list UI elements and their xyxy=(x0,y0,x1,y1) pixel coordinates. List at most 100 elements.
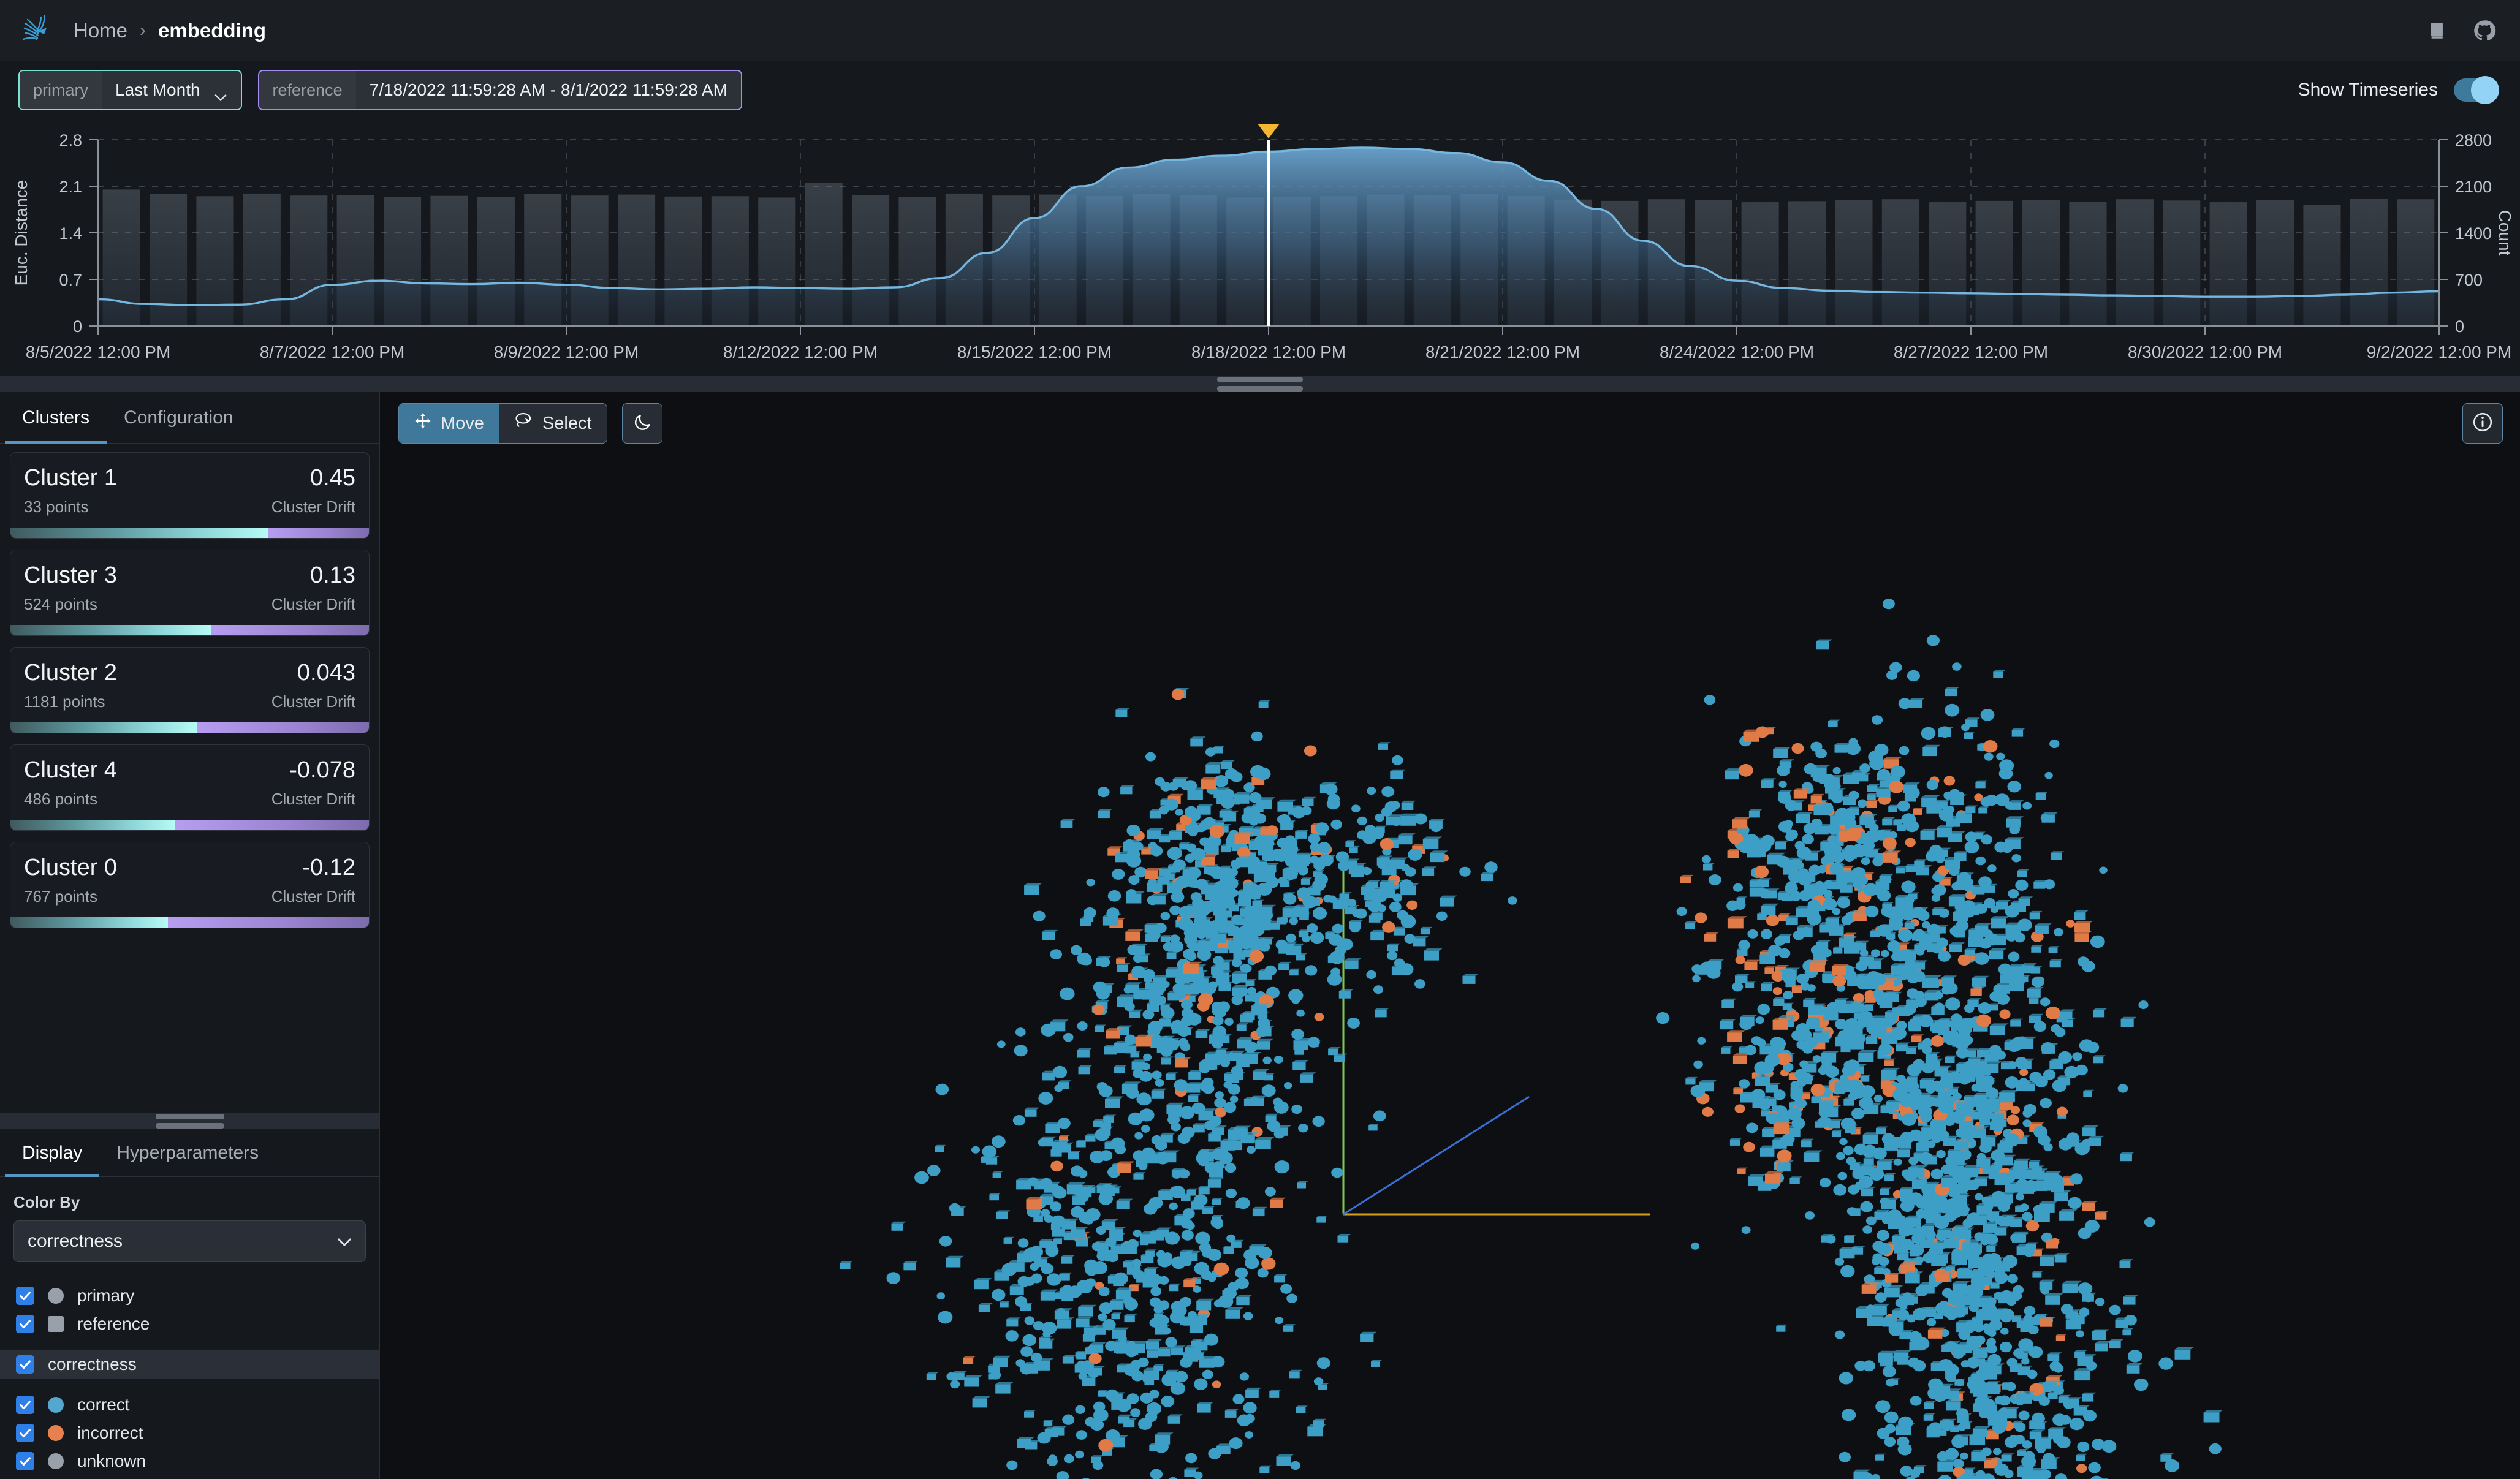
timeseries-cursor-marker[interactable] xyxy=(1258,124,1280,138)
point-cloud-point xyxy=(1237,1023,1249,1031)
point-cloud-point xyxy=(1938,951,1951,962)
point-cloud-point xyxy=(2057,1436,2071,1448)
point-cloud-point xyxy=(1915,1337,1929,1350)
point-cloud-point xyxy=(1805,1211,1815,1220)
primary-time-range-value[interactable]: Last Month xyxy=(102,71,241,109)
point-cloud-point xyxy=(2041,1042,2055,1054)
point-cloud-point xyxy=(1243,1052,1262,1064)
point-cloud-point xyxy=(1338,1234,1351,1243)
point-cloud-point xyxy=(1145,752,1156,762)
legend-label-incorrect: incorrect xyxy=(77,1423,143,1443)
cluster-card[interactable]: Cluster 20.0431181 pointsCluster Drift xyxy=(10,647,370,733)
point-cloud-point xyxy=(1921,727,1936,740)
legend-item-primary[interactable]: primary xyxy=(0,1282,379,1310)
github-icon[interactable] xyxy=(2471,17,2498,44)
primary-dataset-selector[interactable]: primary Last Month xyxy=(18,70,242,110)
point-cloud-point xyxy=(1839,1138,1847,1146)
point-cloud-point xyxy=(1112,1312,1122,1319)
cluster-name: Cluster 4 xyxy=(24,757,117,784)
breadcrumb-home-link[interactable]: Home xyxy=(74,19,127,42)
point-cloud-point xyxy=(1198,903,1212,915)
point-cloud-point xyxy=(2072,1052,2082,1061)
checkbox-reference[interactable] xyxy=(16,1315,34,1333)
legend-group-label-correctness: correctness xyxy=(48,1355,137,1374)
checkbox-primary[interactable] xyxy=(16,1287,34,1305)
point-cloud-point xyxy=(995,1382,1014,1394)
point-cloud-point xyxy=(1859,1097,1873,1110)
legend-item-unknown[interactable]: unknown xyxy=(0,1447,379,1475)
point-cloud-point xyxy=(1250,765,1266,778)
show-timeseries-toggle[interactable]: Show Timeseries xyxy=(2298,78,2497,102)
move-tool-button[interactable]: Move xyxy=(399,404,499,443)
point-cloud-point xyxy=(1776,1325,1788,1332)
book-icon[interactable] xyxy=(2423,17,2450,44)
point-cloud-info-button[interactable] xyxy=(2462,403,2503,444)
checkbox-incorrect[interactable] xyxy=(16,1424,34,1442)
legend-item-reference[interactable]: reference xyxy=(0,1310,379,1338)
point-cloud-point xyxy=(1355,909,1367,919)
checkbox-correct[interactable] xyxy=(16,1396,34,1414)
tab-configuration[interactable]: Configuration xyxy=(107,392,250,443)
cluster-card[interactable]: Cluster 4-0.078486 pointsCluster Drift xyxy=(10,744,370,831)
point-cloud-point xyxy=(1082,1375,1099,1386)
cluster-list[interactable]: Cluster 10.4533 pointsCluster Drift Clust… xyxy=(0,444,379,1113)
point-cloud-point xyxy=(1167,847,1182,860)
cluster-card[interactable]: Cluster 0-0.12767 pointsCluster Drift xyxy=(10,842,370,928)
point-cloud-point xyxy=(997,1040,1006,1048)
point-cloud-point xyxy=(1360,1332,1376,1342)
point-cloud-point xyxy=(1405,867,1416,877)
point-cloud-point xyxy=(1408,849,1422,861)
point-cloud-point xyxy=(1071,1206,1084,1218)
point-cloud-point xyxy=(1984,753,1993,761)
timeseries-resize-handle[interactable] xyxy=(0,376,2520,392)
legend-item-correct[interactable]: correct xyxy=(0,1391,379,1419)
cluster-card[interactable]: Cluster 30.13524 pointsCluster Drift xyxy=(10,550,370,636)
point-cloud-point xyxy=(1307,1424,1326,1437)
display-panel-resize-handle[interactable] xyxy=(0,1113,379,1129)
drift-timeseries-chart[interactable]: 00.71.42.12.807001400210028008/5/2022 12… xyxy=(0,119,2520,376)
reference-dataset-tag: reference xyxy=(259,71,356,109)
checkbox-unknown[interactable] xyxy=(16,1452,34,1470)
point-cloud-point xyxy=(2011,854,2021,862)
legend-group-header-correctness[interactable]: correctness xyxy=(0,1350,379,1379)
embedding-point-cloud[interactable] xyxy=(380,392,2520,1479)
color-by-select[interactable]: correctness xyxy=(13,1220,366,1262)
point-cloud-point xyxy=(1422,866,1437,876)
point-cloud-point xyxy=(1861,857,1870,865)
color-by-selected-value: correctness xyxy=(28,1231,123,1252)
point-cloud-point xyxy=(1392,755,1403,765)
point-cloud-panel[interactable]: Move Select xyxy=(380,392,2520,1479)
point-cloud-point xyxy=(2102,1440,2117,1453)
point-cloud-point xyxy=(2124,1315,2136,1326)
reference-dataset-selector[interactable]: reference 7/18/2022 11:59:28 AM - 8/1/20… xyxy=(258,70,742,110)
point-cloud-point xyxy=(1025,1108,1039,1117)
dark-mode-toggle-button[interactable] xyxy=(622,403,662,444)
point-cloud-point xyxy=(1930,1120,1949,1132)
point-cloud-point xyxy=(1110,1138,1125,1150)
point-cloud-point xyxy=(1390,770,1406,779)
point-cloud-point xyxy=(1786,1108,1802,1121)
point-cloud-point xyxy=(1304,746,1317,757)
point-cloud-point xyxy=(2158,1357,2173,1369)
tab-clusters[interactable]: Clusters xyxy=(5,392,107,443)
cluster-point-count: 486 points xyxy=(24,790,97,809)
point-cloud-point xyxy=(1846,743,1861,755)
point-cloud-point xyxy=(1362,832,1376,844)
point-cloud-point xyxy=(1251,732,1263,741)
select-tool-button[interactable]: Select xyxy=(499,404,607,443)
point-cloud-point xyxy=(2175,1347,2195,1360)
point-cloud-point xyxy=(1739,1079,1750,1088)
checkbox-correctness-group[interactable] xyxy=(16,1355,34,1374)
point-cloud-point xyxy=(1929,845,1942,856)
show-timeseries-switch[interactable] xyxy=(2454,78,2497,102)
point-cloud-point xyxy=(1199,1059,1213,1071)
point-cloud-point xyxy=(1181,1000,1193,1010)
legend-item-incorrect[interactable]: incorrect xyxy=(0,1419,379,1447)
tab-hyperparameters[interactable]: Hyperparameters xyxy=(99,1129,276,1176)
point-cloud-point xyxy=(1877,890,1891,901)
cluster-card[interactable]: Cluster 10.4533 pointsCluster Drift xyxy=(10,452,370,539)
phoenix-logo-icon[interactable] xyxy=(17,11,56,50)
point-cloud-point xyxy=(2209,1443,2222,1454)
tab-display[interactable]: Display xyxy=(5,1129,99,1176)
point-cloud-point xyxy=(1006,1330,1019,1342)
